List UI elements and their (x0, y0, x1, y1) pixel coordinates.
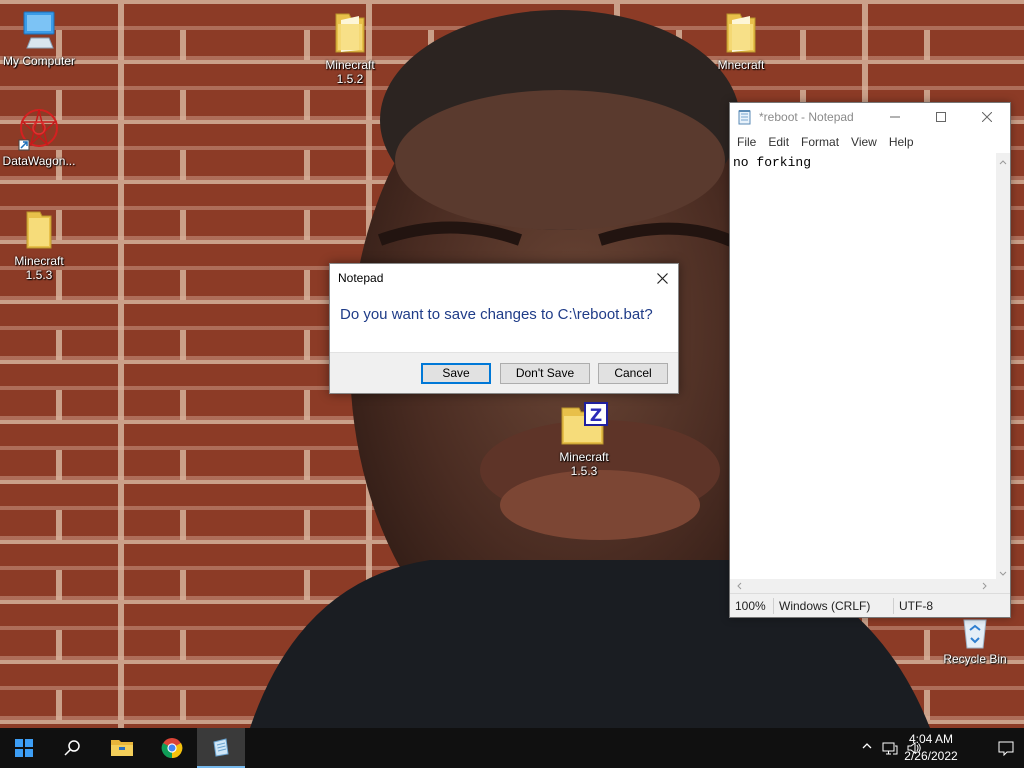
computer-icon (23, 11, 55, 49)
close-button[interactable] (964, 103, 1010, 131)
search-icon (64, 740, 80, 756)
menu-edit[interactable]: Edit (762, 135, 795, 149)
save-changes-dialog[interactable]: Notepad Do you want to save changes to C… (329, 263, 679, 394)
search-button[interactable] (48, 728, 96, 768)
status-encoding: UTF-8 (899, 598, 933, 613)
menu-view[interactable]: View (845, 135, 883, 149)
horizontal-scrollbar[interactable] (730, 579, 1010, 593)
status-line-ending: Windows (CRLF) (774, 597, 894, 614)
svg-text:Z: Z (590, 406, 602, 426)
desktop-icon-label: Minecraft 1.5.3 (14, 254, 64, 282)
notepad-title: *reboot - Notepad (759, 110, 854, 124)
maximize-icon (936, 112, 946, 122)
desktop-icon-mnecraft[interactable]: Mnecraft (702, 10, 780, 72)
desktop-icon-datawagon[interactable]: DataWagon... (0, 108, 78, 168)
notepad-text-area[interactable]: no forking (733, 155, 997, 170)
clock-time[interactable]: 4:04 AM (896, 732, 966, 746)
taskbar-chrome[interactable] (148, 728, 196, 768)
desktop-icon-label: My Computer (2, 54, 76, 68)
desktop-icon-label: Minecraft 1.5.3 (559, 450, 609, 478)
menu-format[interactable]: Format (795, 135, 845, 149)
desktop-icon-minecraft-153-left[interactable]: Minecraft 1.5.3 (0, 208, 78, 282)
desktop-icon-minecraft-153-zip[interactable]: Z Minecraft 1.5.3 (545, 402, 623, 478)
notepad-app-icon (738, 110, 751, 125)
folder-icon (335, 13, 365, 53)
desktop-icon-label: DataWagon... (2, 154, 76, 168)
close-icon (982, 112, 992, 122)
menu-file[interactable]: File (731, 135, 762, 149)
clock-date[interactable]: 2/26/2022 (896, 749, 966, 763)
vertical-scrollbar[interactable] (996, 153, 1010, 583)
notification-icon[interactable] (998, 740, 1014, 757)
chevron-up-icon[interactable] (859, 740, 875, 756)
desktop-icon-label: Mnecraft (717, 58, 765, 72)
dialog-titlebar[interactable]: Notepad (330, 264, 678, 292)
desktop-icon-label: Recycle Bin (943, 652, 1007, 666)
desktop-icon-my-computer[interactable]: My Computer (0, 10, 78, 68)
desktop-icon-recycle-bin[interactable]: Recycle Bin (936, 616, 1014, 666)
scroll-up-icon (999, 160, 1007, 165)
cancel-button[interactable]: Cancel (598, 363, 668, 384)
dialog-message: Do you want to save changes to C:\reboot… (340, 306, 653, 323)
maximize-button[interactable] (918, 103, 964, 131)
minimize-icon (890, 116, 900, 118)
desktop-icon-label: Minecraft 1.5.2 (325, 58, 375, 86)
status-zoom: 100% (730, 597, 774, 614)
taskbar-file-explorer[interactable] (98, 728, 146, 768)
scroll-left-icon (737, 582, 742, 590)
datawagon-shortcut-icon (18, 109, 58, 151)
dont-save-button[interactable]: Don't Save (500, 363, 590, 384)
minimize-button[interactable] (872, 103, 918, 131)
taskbar: 4:04 AM 2/26/2022 (0, 728, 1024, 768)
scroll-right-icon (982, 582, 987, 590)
taskbar-notepad[interactable] (197, 728, 245, 768)
dialog-button-bar: Save Don't Save Cancel (330, 352, 678, 393)
dialog-close-button[interactable] (646, 264, 678, 292)
notepad-icon (213, 738, 229, 757)
windows-logo-icon (15, 739, 33, 757)
chrome-icon (161, 738, 183, 759)
notepad-titlebar[interactable]: *reboot - Notepad (730, 103, 1010, 131)
menu-help[interactable]: Help (883, 135, 920, 149)
notepad-window[interactable]: *reboot - Notepad File Edit Format View … (729, 102, 1011, 618)
close-icon (656, 272, 668, 284)
notepad-statusbar: 100% Windows (CRLF) UTF-8 (730, 593, 1010, 617)
save-button[interactable]: Save (421, 363, 491, 384)
folder-icon (726, 13, 756, 53)
zip-folder-icon: Z (561, 402, 608, 445)
dialog-title: Notepad (338, 271, 384, 285)
recycle-bin-icon (963, 619, 987, 649)
start-button[interactable] (0, 728, 48, 768)
system-tray: 4:04 AM 2/26/2022 (824, 728, 1024, 768)
file-explorer-icon (111, 740, 133, 756)
desktop-icon-minecraft-152[interactable]: Minecraft 1.5.2 (311, 10, 389, 86)
folder-icon (26, 211, 52, 249)
notepad-menubar: File Edit Format View Help (730, 131, 1010, 153)
